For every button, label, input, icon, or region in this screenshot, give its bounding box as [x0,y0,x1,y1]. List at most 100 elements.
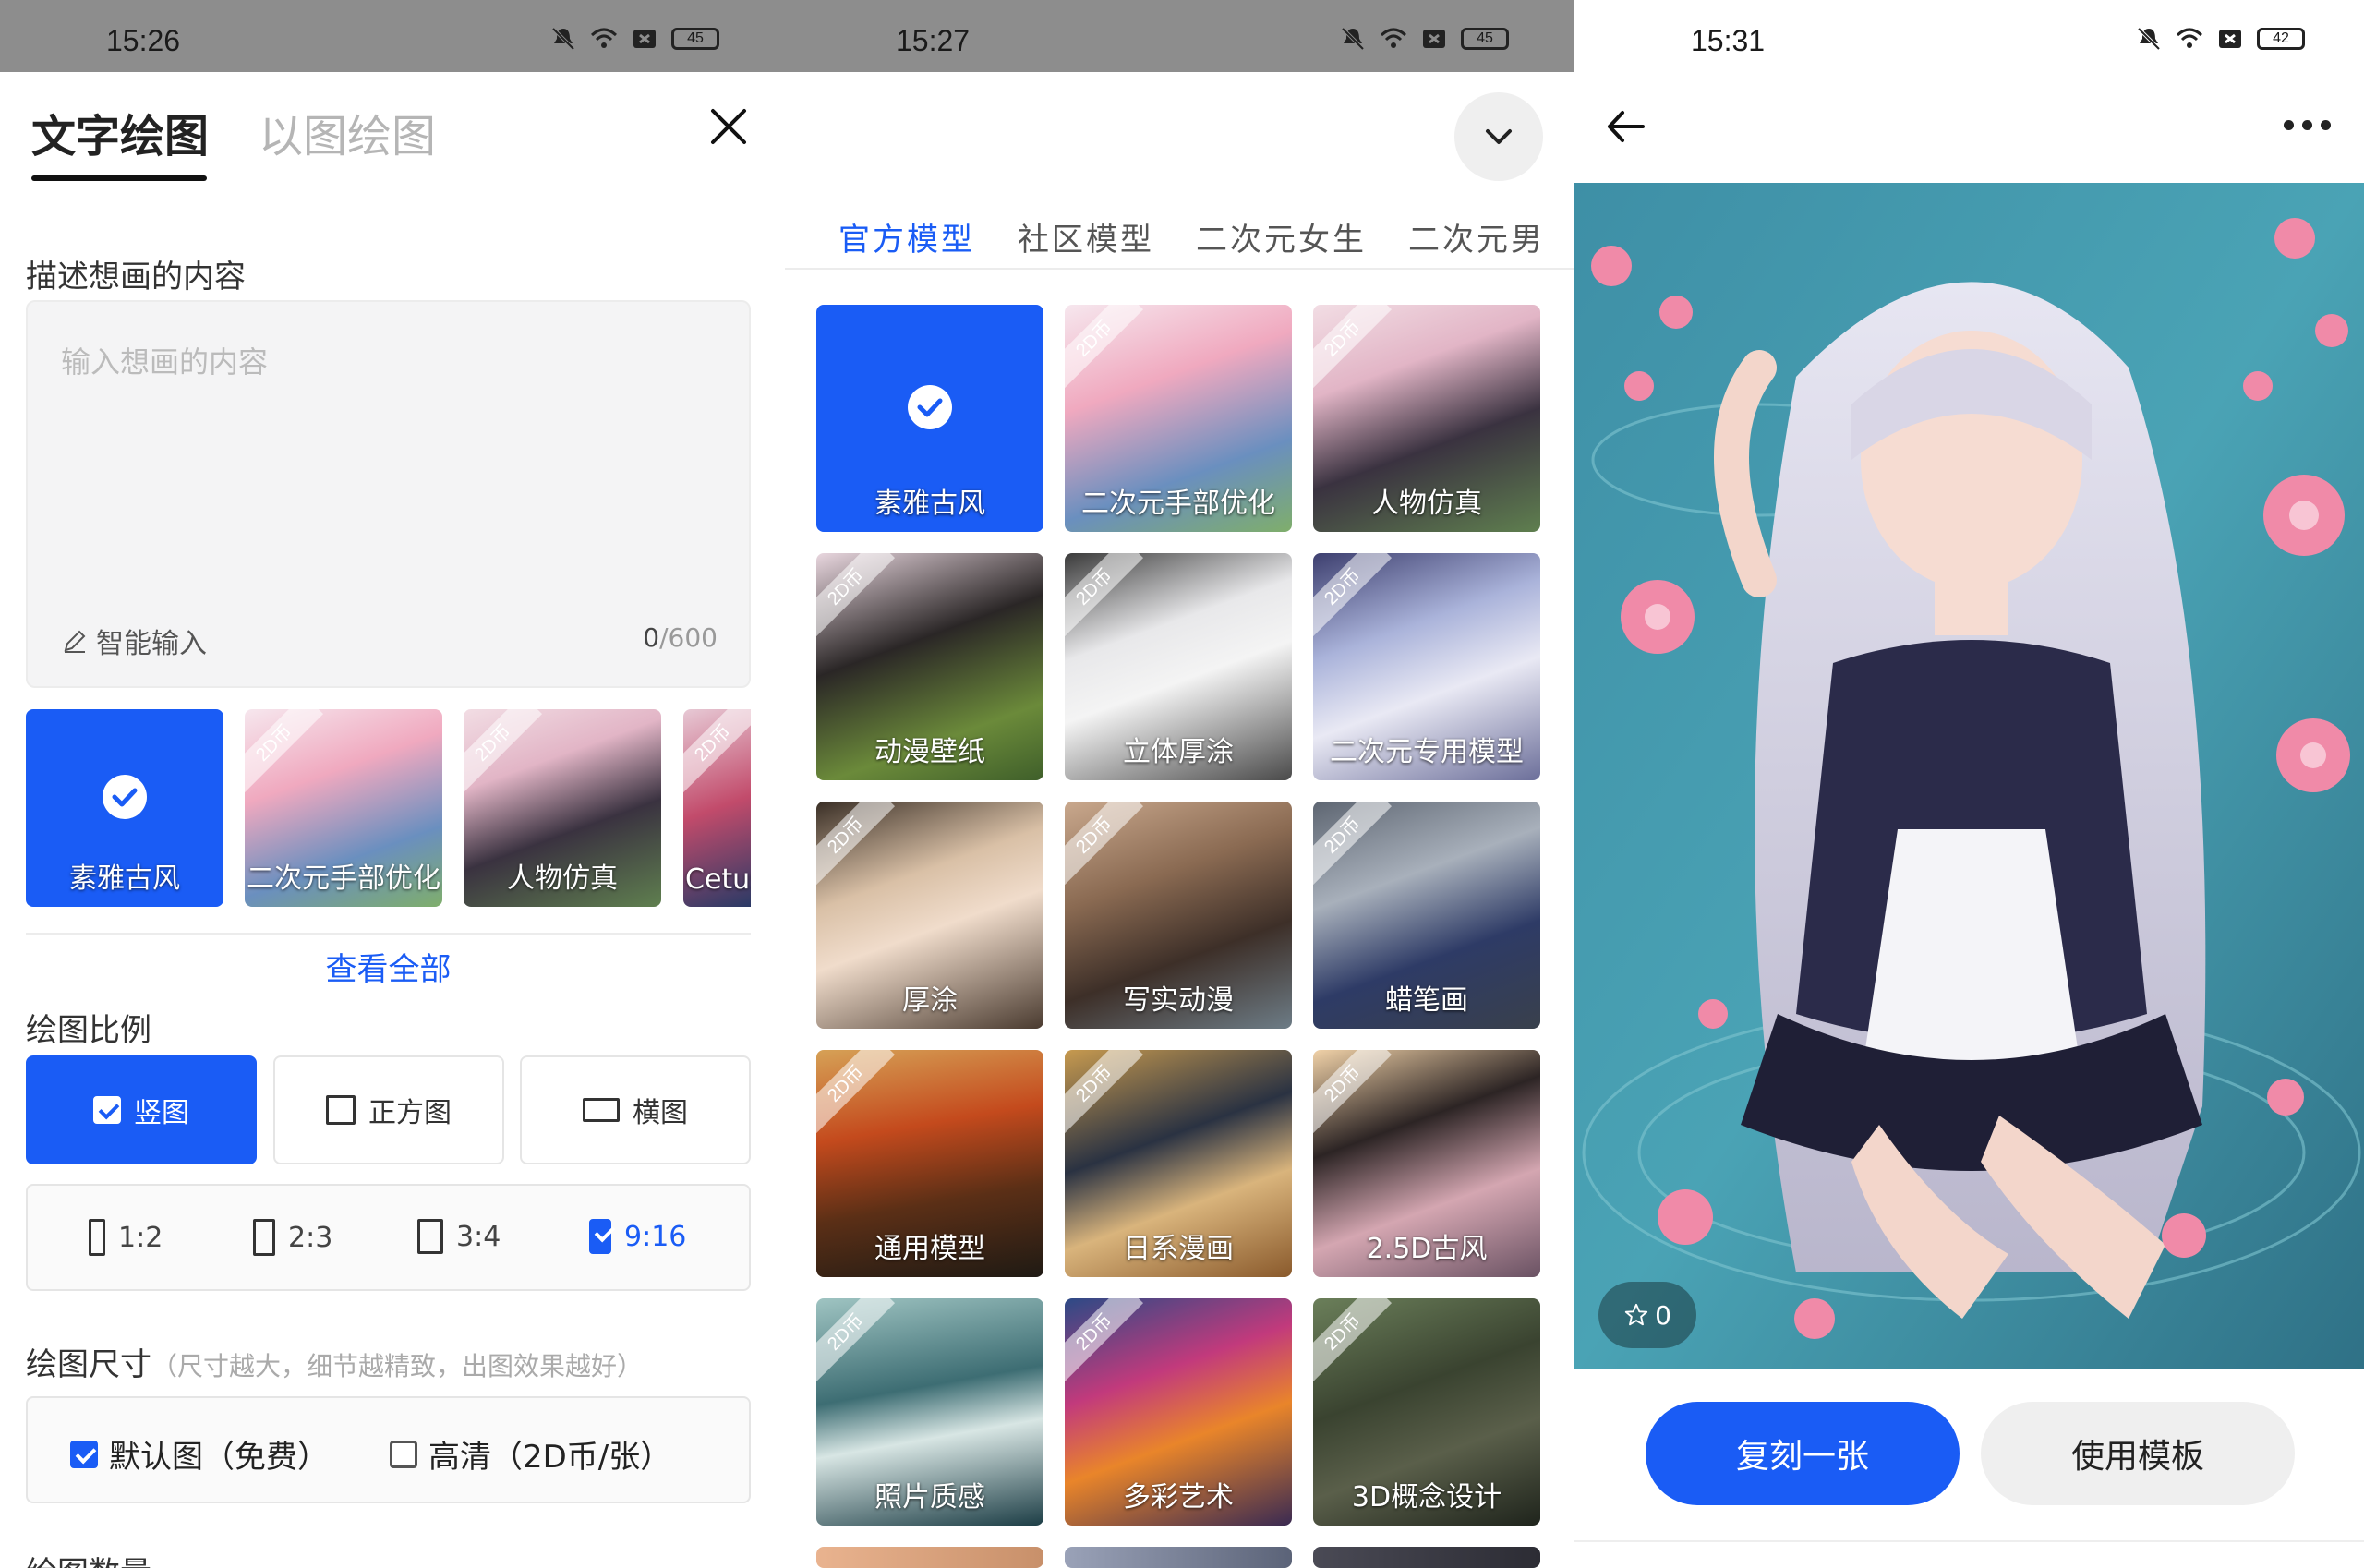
model-card[interactable]: 2D币 写实动漫 [1065,802,1292,1029]
ratio-shape-icon [253,1219,275,1256]
coin-badge: 2D币 [1065,553,1144,637]
model-card[interactable]: 2D币 2.5D古风 [1313,1050,1540,1277]
count-label: 绘图数量 [26,1548,151,1568]
style-card-label: Cetus [685,863,751,896]
status-time: 15:27 [896,24,971,57]
check-icon [103,775,147,819]
model-card[interactable]: 2D币 厚涂 [816,802,1043,1029]
model-card[interactable]: 2D币 3D概念设计 [1313,1298,1540,1526]
coin-badge: 2D币 [816,1298,896,1382]
model-card-label: 写实动漫 [1123,984,1234,1017]
style-card-label: 人物仿真 [507,862,618,895]
ratio-landscape-button[interactable]: 横图 [520,1055,751,1164]
char-counter: 0/600 [643,622,718,653]
collapse-button[interactable] [1454,92,1543,181]
status-icons: 45 [549,26,719,52]
size-label: 绘图尺寸（尺寸越大，细节越精致，出图效果越好） [26,1339,643,1384]
coin-badge: 2D币 [464,709,543,793]
status-time: 15:31 [1691,24,1766,57]
model-card-label: 二次元手部优化 [1081,488,1275,520]
status-time: 15:26 [106,24,181,57]
sim-icon [631,26,658,52]
back-arrow-icon[interactable] [1602,103,1648,150]
sub-ratio-option[interactable]: 1:2 [89,1219,163,1256]
replicate-button[interactable]: 复刻一张 [1646,1402,1960,1505]
model-card[interactable]: 2D币 照片质感 [816,1298,1043,1526]
sub-ratio-option[interactable]: 2:3 [253,1219,332,1256]
size-default-option[interactable]: 默认图（免费） [70,1431,329,1477]
model-card-partial[interactable] [816,1547,1043,1568]
sub-ratio-label: 3:4 [456,1220,501,1253]
prompt-placeholder: 输入想画的内容 [61,344,269,380]
sub-ratio-option[interactable]: 3:4 [417,1219,501,1254]
favorite-count: 0 [1655,1299,1671,1331]
ratio-shape-icon [417,1219,443,1254]
model-picker-panel: 15:27 45 官方模型 社区模型 二次元女生 二次元男 素雅古风 2D币 二… [785,0,1574,1568]
artwork-image[interactable] [1574,183,2364,1369]
status-bar: 15:31 42 [1574,0,2364,72]
ratio-label: 绘图比例 [26,1012,151,1049]
model-card[interactable]: 2D币 通用模型 [816,1050,1043,1277]
status-icons: 42 [2135,26,2305,52]
model-card-partial[interactable] [1065,1547,1292,1568]
style-card[interactable]: 2D币 Cetus [683,709,751,907]
tab-anime-girls[interactable]: 二次元女生 [1196,214,1367,259]
style-card-selected[interactable]: 素雅古风 [26,709,223,907]
ratio-portrait-button[interactable]: 竖图 [26,1055,257,1164]
tab-image-to-image[interactable]: 以图绘图 [259,100,436,164]
model-card[interactable]: 2D币 蜡笔画 [1313,802,1540,1029]
style-card-label: 素雅古风 [69,862,180,895]
tab-official-models[interactable]: 官方模型 [838,214,975,259]
tab-anime-boys[interactable]: 二次元男 [1408,214,1545,259]
model-card[interactable]: 2D币 人物仿真 [1313,305,1540,532]
coin-badge: 2D币 [1313,1298,1393,1382]
model-card-label: 立体厚涂 [1123,736,1234,768]
ratio-portrait-label: 竖图 [134,1097,189,1129]
model-card-partial[interactable] [1313,1547,1540,1568]
tab-text-to-image[interactable]: 文字绘图 [31,100,209,164]
char-max: /600 [659,622,718,653]
sim-icon [1420,26,1448,52]
model-card-selected[interactable]: 素雅古风 [816,305,1043,532]
artwork-detail-panel: 15:31 42 0 复刻一张 使用模板 [1574,0,2364,1568]
prompt-textarea[interactable]: 输入想画的内容 智能输入 0/600 [26,300,751,688]
see-all-link[interactable]: 查看全部 [26,933,751,989]
smart-input-button[interactable]: 智能输入 [61,621,207,661]
size-hd-label: 高清（2D币/张） [428,1439,672,1476]
coin-badge: 2D币 [1065,1050,1144,1134]
size-title: 绘图尺寸 [26,1346,151,1383]
model-card[interactable]: 2D币 立体厚涂 [1065,553,1292,780]
checkbox-icon [70,1440,98,1468]
status-bar: 15:26 45 [0,0,785,72]
sub-ratio-label: 1:2 [118,1221,163,1254]
ratio-square-button[interactable]: 正方图 [273,1055,504,1164]
model-card-label: 3D概念设计 [1351,1481,1502,1514]
use-template-button[interactable]: 使用模板 [1981,1402,2295,1505]
model-card[interactable]: 2D币 二次元专用模型 [1313,553,1540,780]
size-hd-option[interactable]: 高清（2D币/张） [390,1431,671,1477]
favorite-button[interactable]: 0 [1598,1282,1696,1348]
close-icon[interactable] [706,103,752,150]
wifi-icon [2176,26,2203,52]
checkbox-icon [93,1096,121,1124]
model-card[interactable]: 2D币 二次元手部优化 [1065,305,1292,532]
wifi-icon [1380,26,1407,52]
sub-ratio-option-selected[interactable]: 9:16 [589,1219,686,1254]
model-card[interactable]: 2D币 多彩艺术 [1065,1298,1292,1526]
coin-badge: 2D币 [816,1050,896,1134]
coin-badge: 2D币 [1065,802,1144,886]
style-card[interactable]: 2D币 人物仿真 [464,709,661,907]
coin-badge: 2D币 [816,802,896,886]
battery-icon: 45 [1461,28,1509,50]
model-card-label: 照片质感 [874,1481,985,1514]
style-card[interactable]: 2D币 二次元手部优化 [245,709,442,907]
model-card[interactable]: 2D币 日系漫画 [1065,1050,1292,1277]
status-bar: 15:27 45 [785,0,1574,72]
model-card[interactable]: 2D币 动漫壁纸 [816,553,1043,780]
tab-community-models[interactable]: 社区模型 [1018,214,1154,259]
ratio-landscape-label: 横图 [633,1097,688,1129]
mute-icon [2135,26,2163,52]
checkbox-icon [589,1219,611,1254]
active-tab-indicator [31,175,207,181]
more-options-icon[interactable] [2284,120,2339,139]
